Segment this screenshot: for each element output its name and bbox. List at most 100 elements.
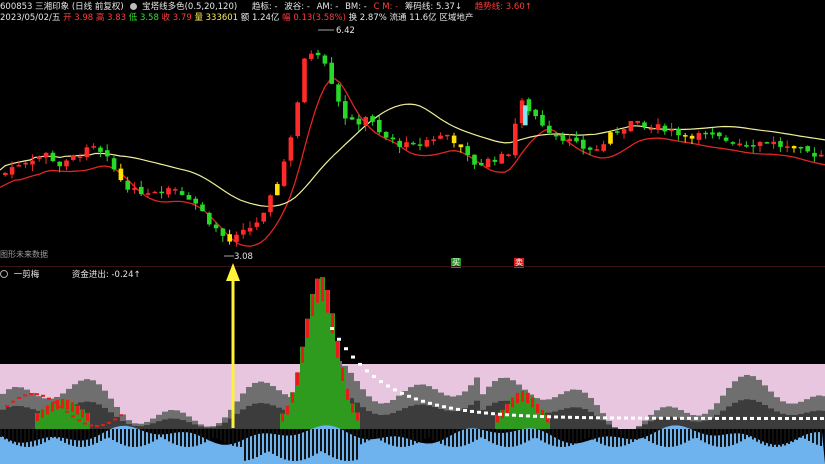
candle[interactable] [764, 141, 770, 144]
candle[interactable] [798, 146, 804, 154]
candle[interactable] [676, 126, 681, 141]
candle[interactable] [771, 136, 776, 149]
candle[interactable] [315, 49, 321, 59]
candle[interactable] [445, 134, 450, 140]
candle[interactable] [98, 145, 103, 158]
candle[interactable] [118, 163, 124, 182]
candle[interactable] [302, 57, 307, 104]
candle[interactable] [207, 211, 212, 227]
candle[interactable] [173, 187, 178, 195]
candle[interactable] [662, 123, 668, 135]
candle[interactable] [819, 150, 824, 158]
candle[interactable] [166, 186, 171, 198]
candle[interactable] [234, 231, 239, 247]
candle[interactable] [730, 141, 736, 146]
candle[interactable] [91, 143, 96, 150]
candle[interactable] [50, 150, 56, 163]
candle[interactable] [737, 138, 742, 147]
price-chart[interactable]: 6.42 3.08 图形未来数据 [0, 0, 825, 265]
candle[interactable] [751, 139, 756, 153]
candle[interactable] [200, 202, 205, 212]
candle[interactable] [275, 181, 280, 196]
candle[interactable] [683, 133, 688, 143]
candle[interactable] [499, 151, 504, 165]
candle[interactable] [757, 141, 763, 153]
candle[interactable] [451, 132, 457, 148]
candle[interactable] [336, 82, 341, 107]
candle[interactable] [438, 132, 443, 140]
candle[interactable] [261, 212, 266, 225]
candle[interactable] [472, 154, 477, 169]
candle[interactable] [84, 144, 90, 161]
candle[interactable] [159, 186, 164, 199]
candle[interactable] [186, 192, 192, 200]
candle[interactable] [241, 223, 246, 239]
candle[interactable] [812, 147, 817, 162]
candle[interactable] [703, 130, 708, 139]
candle[interactable] [805, 145, 810, 153]
candle[interactable] [778, 137, 783, 152]
candle[interactable] [411, 141, 416, 146]
candle[interactable] [785, 140, 790, 153]
candle[interactable] [404, 136, 409, 151]
candle[interactable] [628, 120, 634, 133]
candle[interactable] [309, 50, 314, 62]
candle[interactable] [23, 161, 28, 169]
candle[interactable] [513, 118, 518, 159]
candle[interactable] [506, 153, 511, 157]
candle[interactable] [152, 190, 158, 194]
candle[interactable] [125, 176, 130, 193]
candle[interactable] [71, 154, 76, 162]
candle[interactable] [349, 114, 355, 121]
candle[interactable] [329, 57, 334, 85]
candle[interactable] [247, 221, 253, 236]
candles[interactable] [3, 49, 824, 247]
candle[interactable] [791, 145, 797, 153]
candle[interactable] [220, 227, 226, 242]
candle[interactable] [615, 127, 620, 135]
candle[interactable] [30, 154, 35, 171]
candle[interactable] [533, 108, 538, 120]
candle[interactable] [581, 135, 586, 155]
candle[interactable] [710, 127, 715, 139]
candle[interactable] [417, 137, 423, 151]
candle[interactable] [465, 142, 470, 162]
candle[interactable] [492, 156, 498, 166]
candle[interactable] [574, 131, 579, 143]
candle[interactable] [268, 194, 273, 217]
candle[interactable] [139, 180, 144, 196]
candle[interactable] [655, 118, 661, 134]
candle[interactable] [696, 130, 702, 145]
candle[interactable] [621, 129, 627, 139]
candle[interactable] [288, 135, 294, 167]
candle[interactable] [594, 145, 600, 152]
candle[interactable] [105, 144, 110, 162]
candle[interactable] [193, 196, 198, 210]
candle[interactable] [424, 136, 430, 148]
candle[interactable] [485, 157, 491, 168]
candle[interactable] [717, 131, 722, 140]
candle[interactable] [608, 130, 613, 146]
candle[interactable] [635, 120, 640, 125]
candle[interactable] [669, 122, 674, 137]
candle[interactable] [540, 110, 545, 127]
candle[interactable] [649, 124, 654, 134]
candle[interactable] [227, 229, 232, 245]
candle[interactable] [547, 120, 552, 134]
candle[interactable] [3, 172, 8, 177]
candle[interactable] [723, 135, 729, 143]
candle[interactable] [601, 140, 606, 153]
candle[interactable] [254, 217, 260, 231]
candle[interactable] [397, 138, 402, 154]
candle[interactable] [642, 120, 647, 130]
indicator-chart[interactable] [0, 267, 825, 464]
candle[interactable] [370, 114, 375, 126]
candle[interactable] [343, 95, 348, 125]
candle[interactable] [179, 186, 185, 196]
candle[interactable] [523, 105, 528, 126]
candle[interactable] [431, 135, 436, 145]
candle[interactable] [377, 115, 382, 135]
candle[interactable] [281, 158, 287, 188]
candle[interactable] [363, 115, 368, 132]
candle[interactable] [322, 54, 328, 67]
